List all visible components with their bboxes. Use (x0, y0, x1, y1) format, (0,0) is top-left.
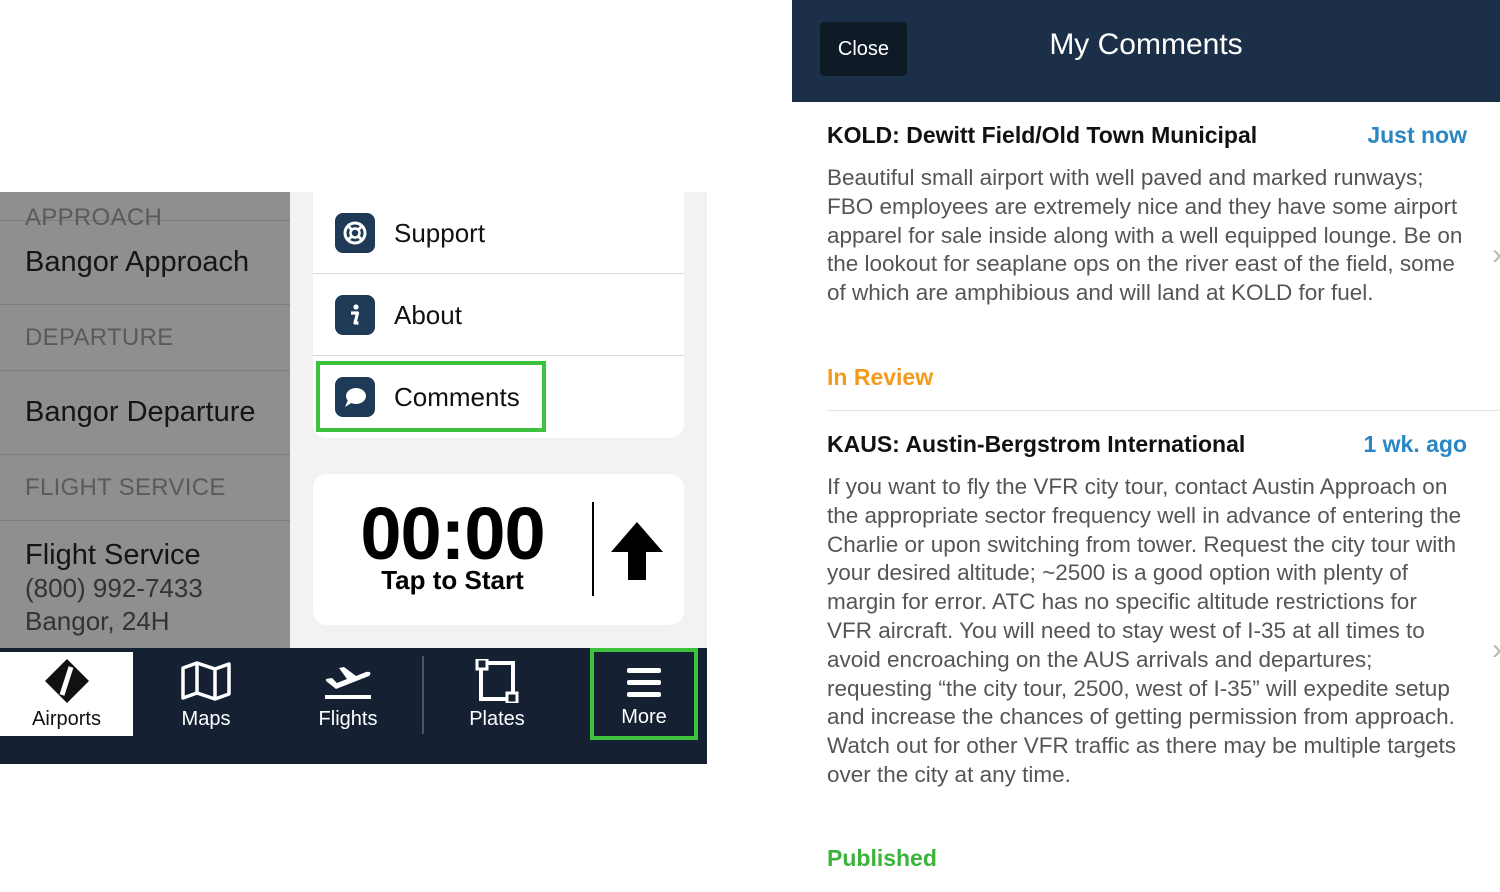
tab-label: Maps (181, 708, 231, 730)
flight-service-phone[interactable]: (800) 992-7433 (25, 572, 203, 605)
comment-text: If you want to fly the VFR city tour, co… (827, 474, 1462, 787)
frequency-list: APPROACH Bangor Approach DEPARTURE Bango… (0, 192, 290, 648)
menu-item-label: About (394, 299, 462, 330)
lifebuoy-icon (335, 213, 375, 253)
tab-label: More (621, 706, 667, 728)
comment-status: Published (827, 845, 937, 871)
comment-item[interactable]: KOLD: Dewitt Field/Old Town Municipal Ju… (827, 122, 1500, 402)
frequency-item-bangor-departure[interactable]: Bangor Departure (0, 371, 290, 455)
hamburger-menu-icon (625, 660, 663, 706)
tab-label: Flights (318, 708, 378, 730)
plates-icon (475, 658, 519, 704)
section-label: FLIGHT SERVICE (25, 473, 226, 501)
comment-airport: KOLD: Dewitt Field/Old Town Municipal (827, 122, 1258, 148)
comment-time: 1 wk. ago (1363, 431, 1467, 457)
menu-item-label: Support (394, 217, 486, 248)
tab-bar: Airports Maps Flights Plates More (0, 648, 707, 764)
section-header-approach: APPROACH (0, 192, 290, 231)
info-icon (335, 295, 375, 335)
tab-maps[interactable]: Maps (140, 652, 272, 736)
comment-time: Just now (1367, 122, 1467, 148)
frequency-item-bangor-approach[interactable]: Bangor Approach (0, 221, 290, 305)
arrow-up-icon[interactable] (611, 522, 663, 585)
tab-plates[interactable]: Plates (431, 652, 563, 736)
tab-flights[interactable]: Flights (282, 652, 414, 736)
chevron-right-icon: › (1492, 238, 1500, 272)
section-label: DEPARTURE (25, 323, 174, 351)
section-header-flight-service: FLIGHT SERVICE (0, 455, 290, 521)
header-bar: My Comments Close (792, 0, 1500, 102)
comment-item[interactable]: KAUS: Austin-Bergstrom International 1 w… (827, 431, 1500, 881)
tab-divider (422, 656, 424, 734)
comments-highlight-box (316, 361, 546, 432)
comment-status: In Review (827, 364, 934, 390)
timer-divider (592, 502, 594, 596)
tab-label: Plates (469, 708, 525, 730)
comment-text: Beautiful small airport with well paved … (827, 165, 1463, 306)
plane-takeoff-icon (322, 658, 374, 704)
flight-service-title: Flight Service (25, 538, 201, 571)
map-icon (180, 658, 232, 704)
divider (827, 410, 1500, 411)
tab-airports[interactable]: Airports (0, 652, 133, 736)
frequency-item-flight-service[interactable]: Flight Service (800) 992-7433 Bangor, 24… (0, 521, 290, 648)
flight-service-info: Bangor, 24H (25, 605, 170, 636)
frequency-label: Bangor Departure (25, 396, 256, 428)
frequency-label: Bangor Approach (25, 246, 250, 278)
chevron-right-icon: › (1492, 633, 1500, 667)
tab-label: Airports (32, 708, 101, 730)
timer-display: 00:00 (360, 492, 545, 575)
tab-more[interactable]: More (590, 648, 698, 740)
section-header-departure: DEPARTURE (0, 305, 290, 371)
close-button[interactable]: Close (820, 22, 907, 76)
menu-item-support[interactable]: Support (313, 192, 684, 274)
my-comments-screen: My Comments Close KOLD: Dewitt Field/Old… (792, 0, 1500, 892)
menu-item-about[interactable]: About (313, 274, 684, 356)
foreflight-more-screen: APPROACH Bangor Approach DEPARTURE Bango… (0, 192, 707, 764)
timer-caption: Tap to Start (381, 565, 524, 595)
comment-airport: KAUS: Austin-Bergstrom International (827, 431, 1246, 457)
airport-diamond-icon (44, 658, 90, 704)
timer-widget[interactable]: 00:00 Tap to Start (313, 474, 684, 625)
